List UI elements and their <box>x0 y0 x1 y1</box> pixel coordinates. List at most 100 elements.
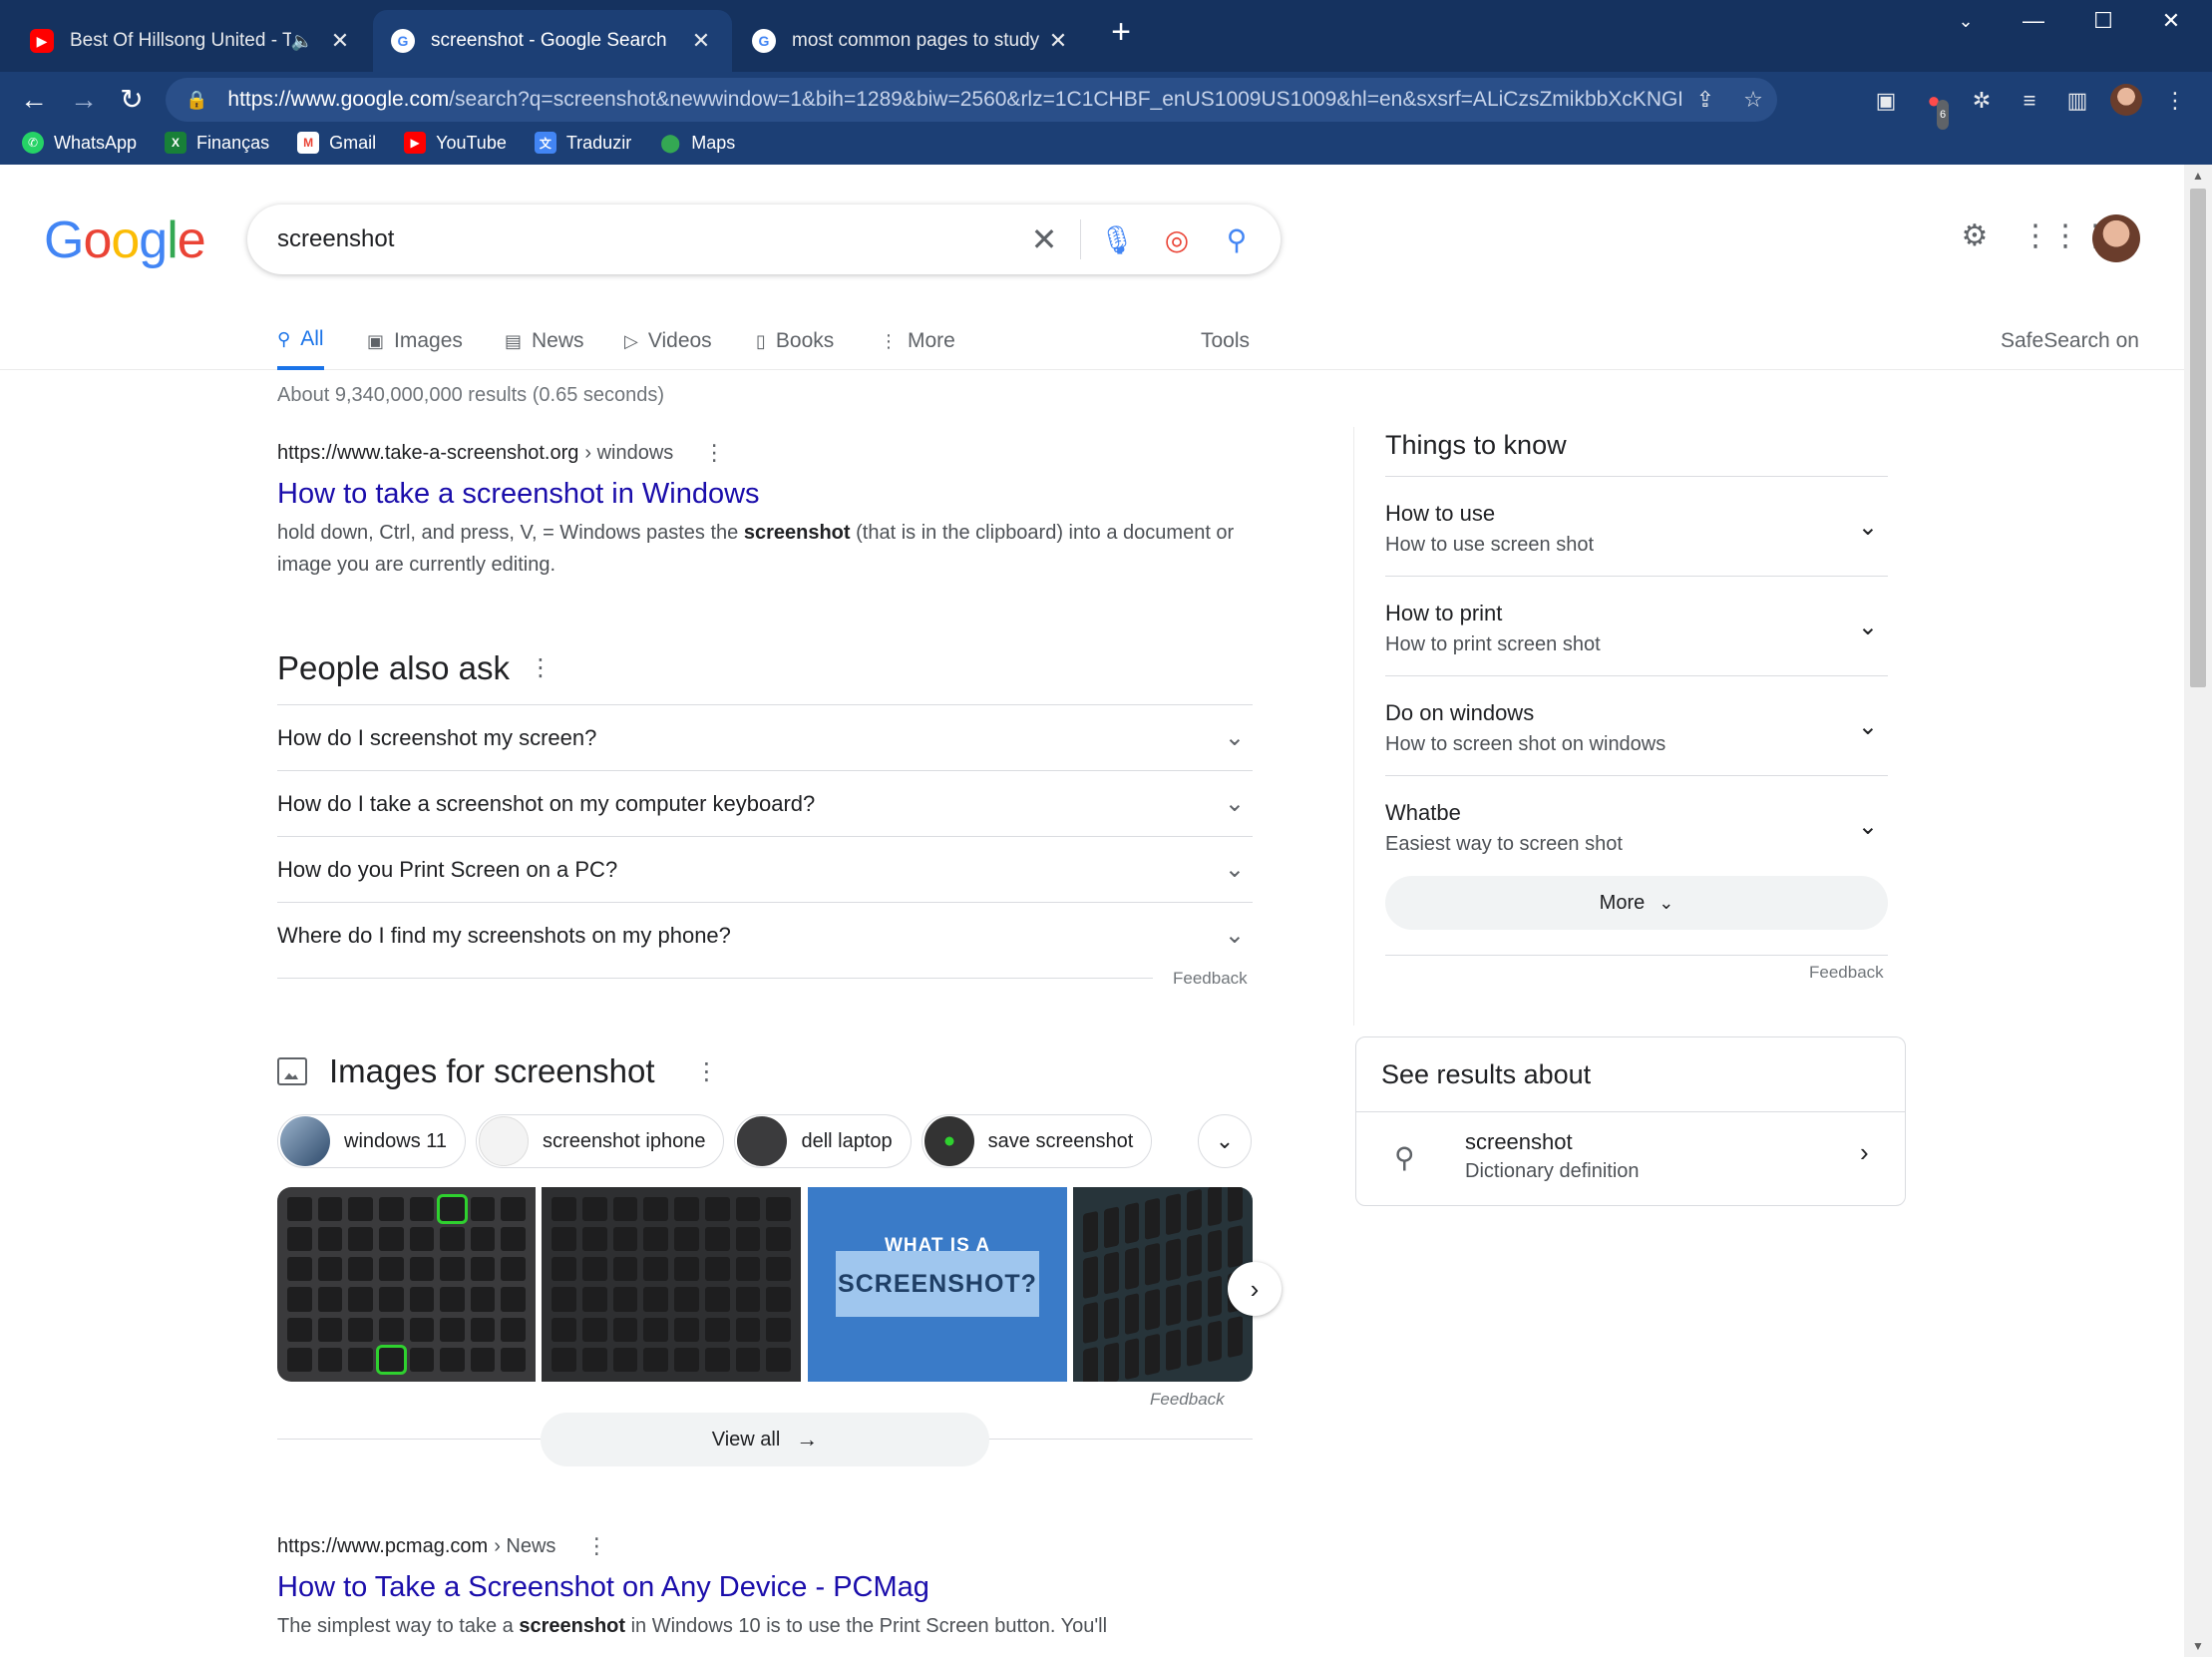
extension-badge-icon[interactable]: ● 6 <box>1919 86 1950 130</box>
share-icon[interactable]: ⇪ <box>1681 87 1729 113</box>
apps-grid-icon[interactable]: ⋮⋮⋮ <box>2021 212 2110 260</box>
menu-dots-icon[interactable]: ⋮ <box>2160 86 2190 116</box>
chip-thumbnail <box>280 1116 330 1166</box>
bookmark-whatsapp[interactable]: ✆ WhatsApp <box>22 132 137 154</box>
things-to-know-item[interactable]: How to use How to use screen shot ⌄ <box>1385 476 1888 576</box>
tab-news[interactable]: ▤ News <box>505 312 584 370</box>
bookmarks-bar: ✆ WhatsApp X Finanças M Gmail ▶ YouTube 文 Tra… <box>0 122 2212 164</box>
minimize-icon[interactable]: — <box>2001 0 2066 42</box>
forward-icon[interactable]: → <box>66 82 102 118</box>
media-icon[interactable]: ≡ <box>2015 86 2044 116</box>
things-to-know-more-button[interactable]: More ⌄ <box>1385 876 1888 930</box>
paa-question[interactable]: How do you Print Screen on a PC? ⌄ <box>277 836 1253 902</box>
things-to-know-item[interactable]: Do on windows How to screen shot on wind… <box>1385 675 1888 775</box>
tab-images[interactable]: ▣ Images <box>367 312 463 370</box>
lock-icon[interactable]: 🔒 <box>185 90 207 111</box>
chip-screenshot-iphone[interactable]: screenshot iphone <box>476 1114 725 1168</box>
result-menu-icon[interactable]: ⋮ <box>585 1533 607 1559</box>
result-cite[interactable]: https://www.pcmag.com › News ⋮ <box>277 1533 1255 1559</box>
address-bar[interactable]: 🔒 https://www.google.com/search?q=screen… <box>166 78 1777 122</box>
image-thumbnail-what-is-a-screenshot[interactable]: WHAT IS A SCREENSHOT? <box>808 1187 1067 1382</box>
image-thumbnail-dell-keyboard[interactable] <box>542 1187 801 1382</box>
chips-expand-button[interactable]: ⌄ <box>1198 1114 1252 1168</box>
bookmark-youtube[interactable]: ▶ YouTube <box>404 132 507 154</box>
chip-thumbnail <box>923 1116 974 1166</box>
tab-hillsong[interactable]: ▶ Best Of Hillsong United - Top 🔈 ✕ <box>12 10 371 72</box>
account-avatar[interactable] <box>2092 214 2140 262</box>
image-thumbnail-laptop[interactable] <box>1073 1187 1253 1382</box>
clear-icon[interactable]: ✕ <box>1014 220 1074 258</box>
paa-feedback-link[interactable]: Feedback <box>1173 969 1248 989</box>
tab-close-icon[interactable]: ✕ <box>688 28 714 54</box>
maximize-icon[interactable]: ☐ <box>2070 0 2136 42</box>
result-snippet: The simplest way to take a screenshot in… <box>277 1615 1108 1637</box>
safesearch-button[interactable]: SafeSearch on <box>2001 312 2139 370</box>
chip-save-screenshot[interactable]: save screenshot <box>921 1114 1153 1168</box>
tab-common-pages[interactable]: G most common pages to study - G ✕ <box>734 10 1089 72</box>
bookmark-traduzir[interactable]: 文 Traduzir <box>534 132 631 154</box>
images-heading: Images for screenshot ⋮ <box>277 1052 719 1090</box>
paa-menu-icon[interactable]: ⋮ <box>529 653 553 682</box>
tab-close-icon[interactable]: ✕ <box>327 28 353 54</box>
search-results-page: Google screenshot ✕ 🎙 ◎ ⚲ ⚙ ⋮⋮⋮ ⚲ All ▣ Im… <box>0 165 2184 1657</box>
google-logo[interactable]: Google <box>44 210 206 270</box>
puzzle-icon[interactable]: ✲ <box>1967 86 1997 116</box>
tab-search-icon[interactable]: ⌄ <box>1933 0 1999 42</box>
side-panel-icon[interactable]: ▥ <box>2062 86 2092 116</box>
back-icon[interactable]: ← <box>16 82 52 118</box>
search-tabs: ⚲ All ▣ Images ▤ News ▷ Videos ▯ Books ⋮ More … <box>0 312 2184 370</box>
chevron-right-icon[interactable]: › <box>1860 1137 1869 1168</box>
profile-avatar[interactable] <box>2110 84 2142 116</box>
paa-question[interactable]: How do I take a screenshot on my compute… <box>277 770 1253 836</box>
tab-all[interactable]: ⚲ All <box>277 312 324 370</box>
microphone-icon[interactable]: 🎙 <box>1087 223 1147 256</box>
tools-button[interactable]: Tools <box>1201 312 1250 370</box>
chevron-down-icon: ⌄ <box>1857 614 1878 640</box>
scroll-down-icon[interactable]: ▼ <box>2192 1639 2204 1653</box>
result-title-link[interactable]: How to Take a Screenshot on Any Device -… <box>277 1571 1255 1604</box>
view-all-button[interactable]: View all → <box>541 1413 989 1466</box>
search-icon[interactable]: ⚲ <box>1207 223 1267 256</box>
reload-icon[interactable]: ↻ <box>114 82 150 118</box>
scrollbar-thumb[interactable] <box>2190 189 2206 687</box>
camera-lens-icon[interactable]: ◎ <box>1147 223 1207 256</box>
maps-pin-icon: ⬤ <box>660 132 681 153</box>
see-results-item-title[interactable]: screenshot <box>1465 1129 1573 1155</box>
result-title-link[interactable]: How to take a screenshot in Windows <box>277 478 1255 511</box>
images-feedback-link[interactable]: Feedback <box>1150 1390 1225 1410</box>
tab-more[interactable]: ⋮ More <box>880 312 955 370</box>
bookmark-star-icon[interactable]: ☆ <box>1729 87 1777 113</box>
things-to-know-heading: Things to know <box>1385 430 1567 460</box>
things-to-know-item[interactable]: How to print How to print screen shot ⌄ <box>1385 576 1888 675</box>
url-text[interactable]: https://www.google.com/search?q=screensh… <box>227 88 1681 112</box>
tab-close-icon[interactable]: ✕ <box>1045 28 1071 54</box>
extension-icon[interactable]: ▣ <box>1871 86 1901 116</box>
result-cite[interactable]: https://www.take-a-screenshot.org › windo… <box>277 440 1255 466</box>
bookmark-gmail[interactable]: M Gmail <box>297 132 376 154</box>
image-thumbnail-keyboard-prtsc[interactable] <box>277 1187 536 1382</box>
scroll-up-icon[interactable]: ▲ <box>2192 169 2204 183</box>
image-strip: WHAT IS A SCREENSHOT? <box>277 1187 1253 1382</box>
tab-google-search[interactable]: G screenshot - Google Search ✕ <box>373 10 732 72</box>
speaker-icon[interactable]: 🔈 <box>291 31 313 52</box>
page-scrollbar[interactable]: ▲ ▼ <box>2184 165 2212 1657</box>
things-to-know-feedback-link[interactable]: Feedback <box>1809 963 1884 983</box>
result-menu-icon[interactable]: ⋮ <box>703 440 725 466</box>
bookmark-financas[interactable]: X Finanças <box>165 132 269 154</box>
things-to-know-item[interactable]: Whatbe Easiest way to screen shot ⌄ <box>1385 775 1888 875</box>
paa-question[interactable]: How do I screenshot my screen? ⌄ <box>277 704 1253 770</box>
new-tab-button[interactable]: + <box>1103 14 1139 50</box>
search-box[interactable]: screenshot ✕ 🎙 ◎ ⚲ <box>247 205 1281 274</box>
tab-videos[interactable]: ▷ Videos <box>624 312 712 370</box>
settings-gear-icon[interactable]: ⚙ <box>1951 212 1999 260</box>
images-next-button[interactable]: › <box>1228 1262 1282 1316</box>
chip-dell-laptop[interactable]: dell laptop <box>734 1114 912 1168</box>
images-menu-icon[interactable]: ⋮ <box>695 1057 719 1086</box>
paa-question[interactable]: Where do I find my screenshots on my pho… <box>277 902 1253 968</box>
bookmark-maps[interactable]: ⬤ Maps <box>659 132 735 154</box>
window-close-icon[interactable]: ✕ <box>2138 0 2204 42</box>
tab-books[interactable]: ▯ Books <box>756 312 834 370</box>
google-favicon-icon: G <box>391 29 415 53</box>
search-input[interactable]: screenshot <box>277 225 1014 253</box>
chip-windows-11[interactable]: windows 11 <box>277 1114 467 1168</box>
